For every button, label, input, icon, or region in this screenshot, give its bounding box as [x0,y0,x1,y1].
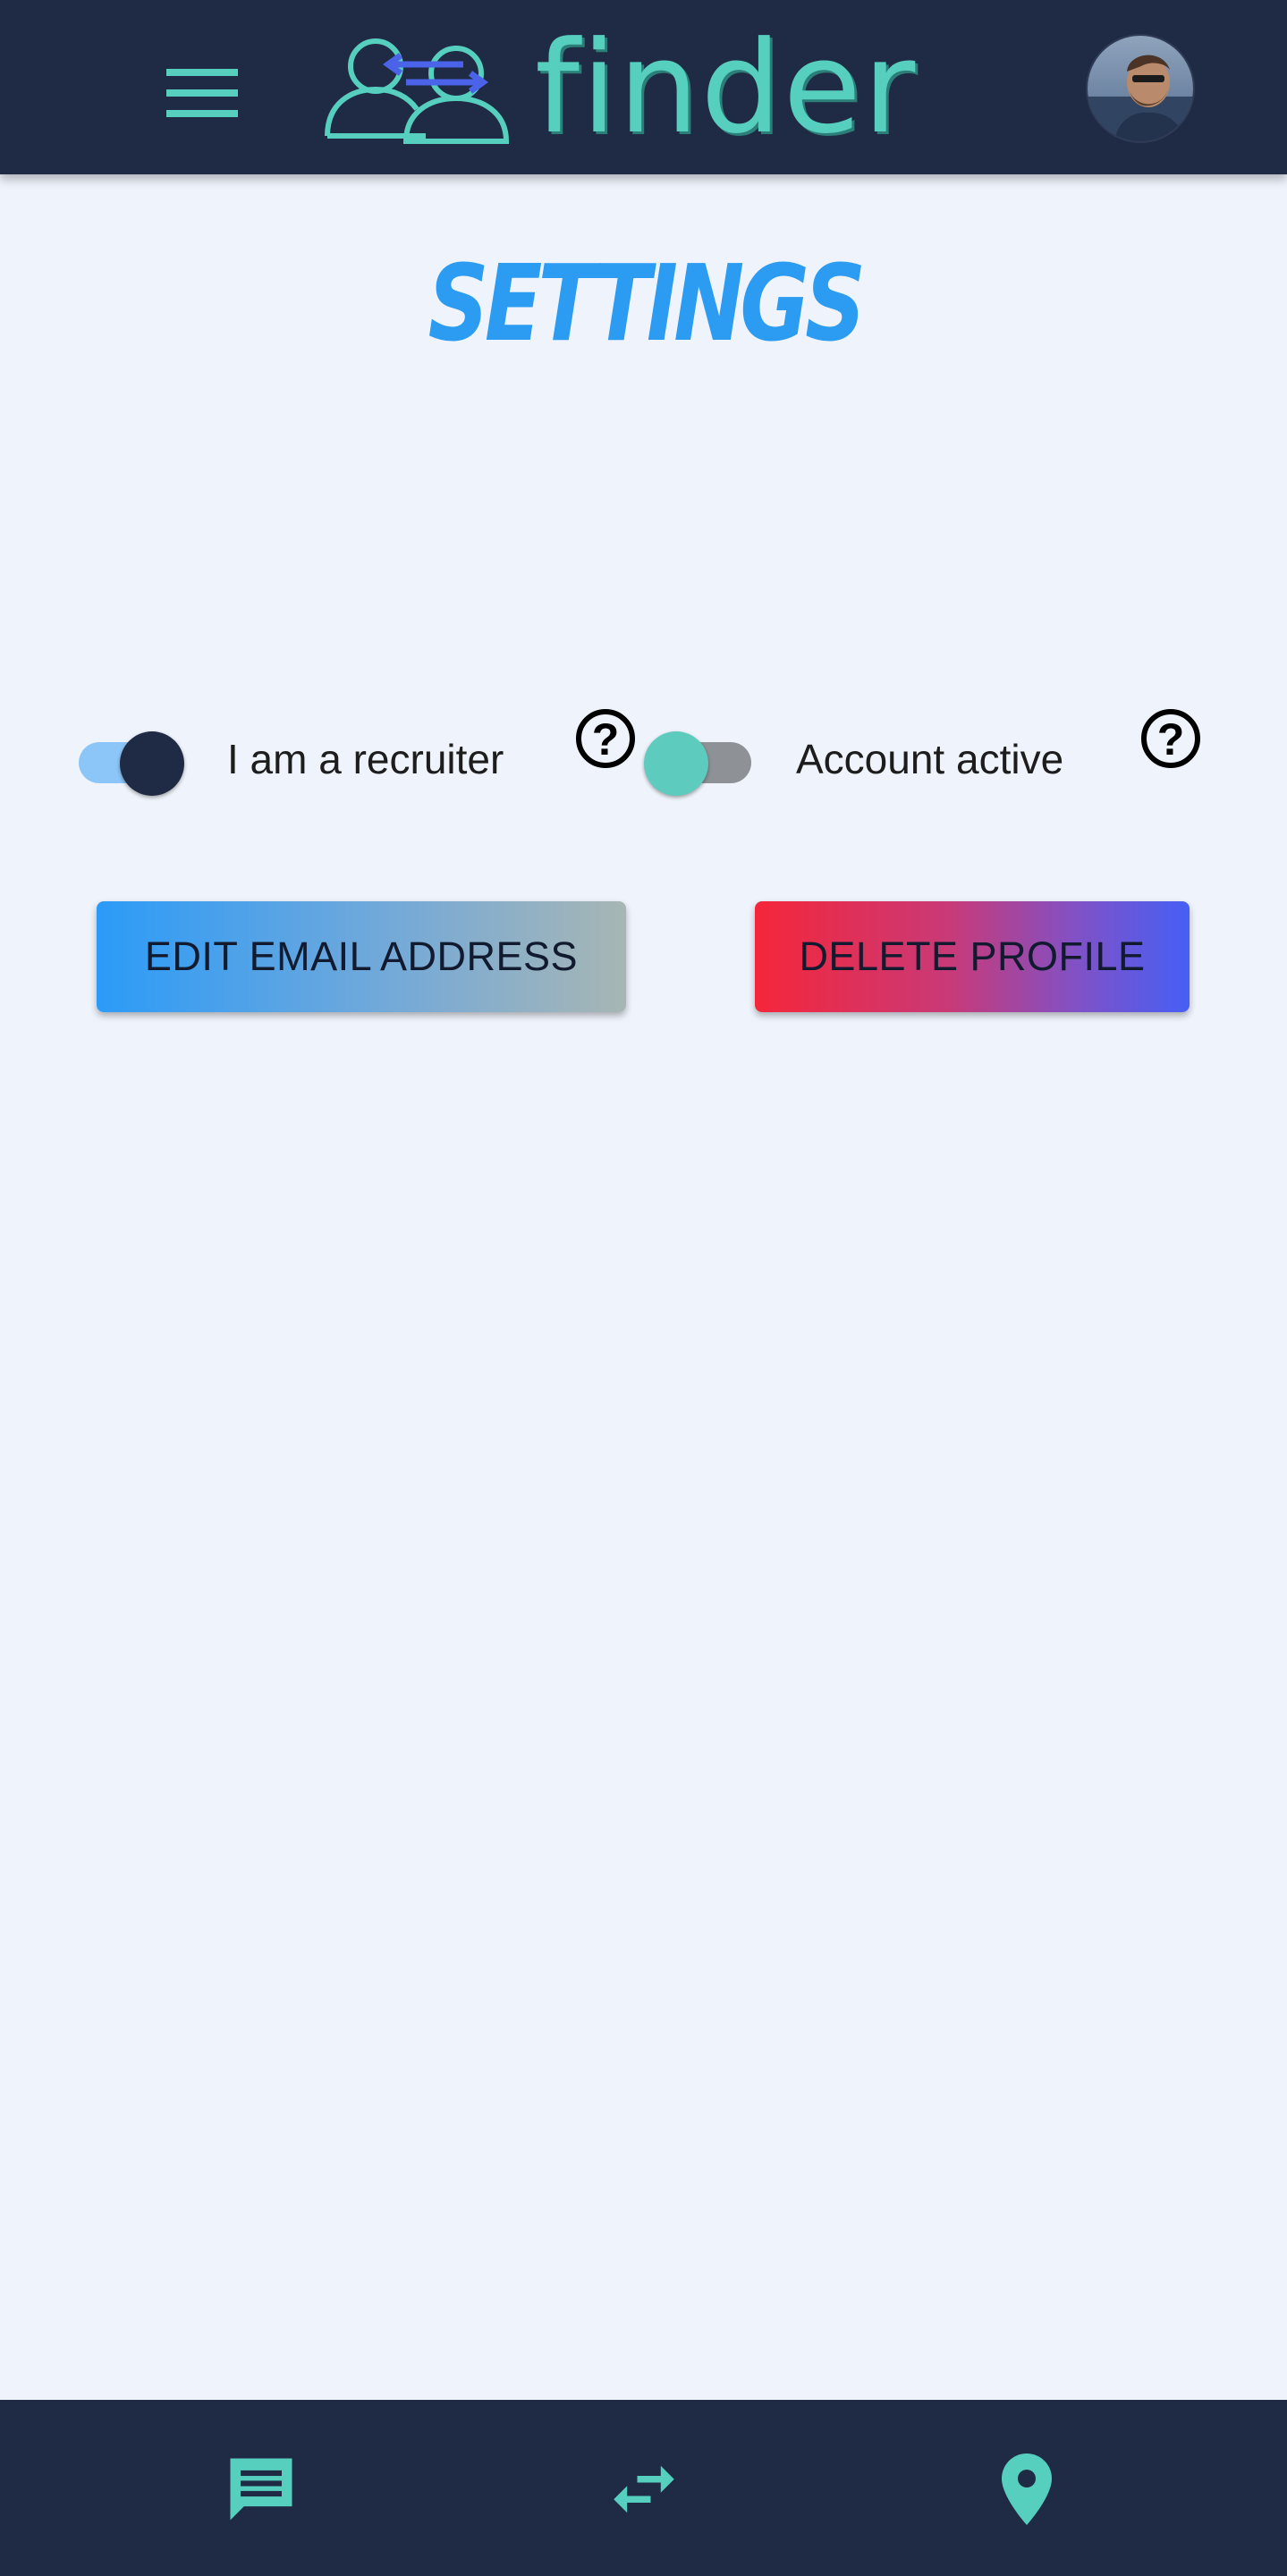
delete-profile-button[interactable]: DELETE PROFILE [755,901,1190,1012]
swap-arrows-icon [614,2465,674,2513]
chat-icon [230,2458,292,2521]
finder-logo[interactable]: finder [320,21,915,156]
recruiter-help-icon[interactable]: ? [576,709,635,768]
recruiter-toggle[interactable] [77,731,188,796]
account-active-toggle-knob [644,731,708,796]
bottom-navigation [0,2400,1287,2576]
menu-button[interactable] [159,61,245,125]
account-active-label: Account active [796,736,1064,782]
user-avatar[interactable] [1088,36,1193,141]
avatar-photo [1088,36,1193,141]
menu-icon [166,69,238,117]
edit-email-button[interactable]: EDIT EMAIL ADDRESS [97,901,626,1012]
nav-swap[interactable] [599,2445,689,2534]
page-title: SETTINGS [428,241,866,365]
people-swap-icon [325,38,510,144]
account-active-toggle[interactable] [642,731,753,796]
top-app-bar: finder [0,0,1287,174]
account-active-help-icon[interactable]: ? [1141,709,1200,768]
nav-location[interactable] [982,2445,1071,2534]
recruiter-label: I am a recruiter [227,736,504,782]
location-pin-icon [1002,2454,1052,2525]
recruiter-toggle-knob [120,731,184,796]
nav-chat[interactable] [216,2445,306,2534]
brand-name: finder [535,14,918,162]
